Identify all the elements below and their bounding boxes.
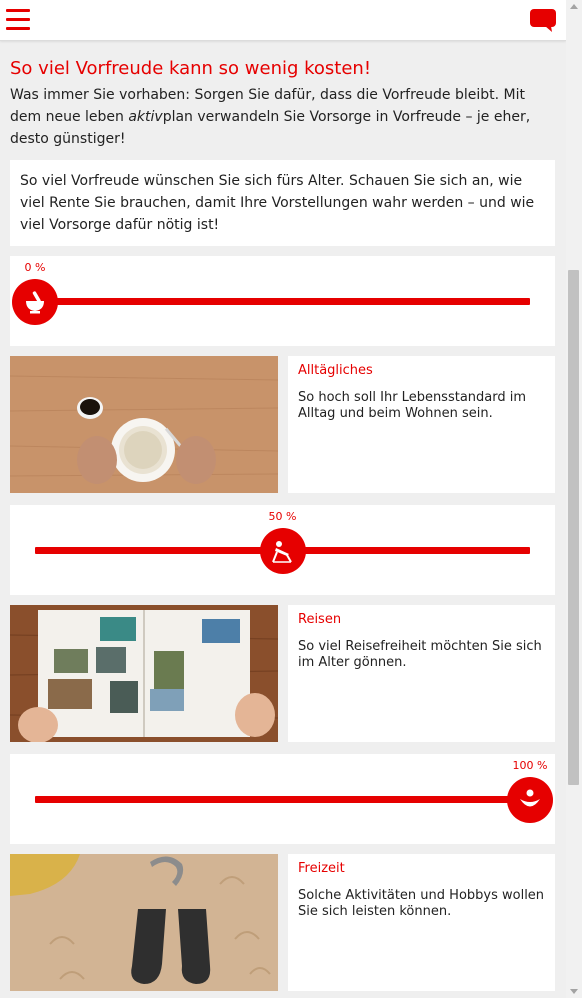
vertical-scrollbar[interactable] [566, 0, 582, 998]
slider-alltag: 0 % [10, 256, 555, 346]
slider-track[interactable] [35, 796, 530, 803]
intro-text: Was immer Sie vorhaben: Sorgen Sie dafür… [10, 84, 550, 150]
slider-track[interactable] [35, 298, 530, 305]
slider-freizeit: 100 % [10, 754, 555, 844]
riding-boots-horseshoe-photo [10, 854, 278, 991]
intro-emphasis: aktiv [128, 109, 163, 125]
slider-handle[interactable] [507, 777, 553, 823]
deck-chair-icon [271, 541, 292, 563]
section-description: So viel Reisefreiheit möchten Sie sich i… [298, 639, 542, 670]
page-headline: So viel Vorfreude kann so wenig kosten! [10, 58, 372, 79]
section-title: Alltägliches [298, 363, 373, 378]
scrollbar-thumb[interactable] [568, 270, 579, 785]
scroll-up-arrow-icon[interactable] [570, 4, 578, 9]
slider-value-label: 100 % [512, 759, 548, 772]
section-title: Freizeit [298, 861, 345, 876]
info-box: So viel Vorfreude wünschen Sie sich fürs… [10, 160, 555, 246]
slider-value-label: 0 % [24, 261, 46, 274]
top-bar [0, 0, 566, 41]
chat-bubble-icon[interactable] [530, 9, 556, 37]
slider-value-label: 50 % [268, 510, 297, 523]
section-description: So hoch soll Ihr Lebensstandard im Allta… [298, 390, 527, 421]
scroll-down-arrow-icon[interactable] [570, 989, 578, 994]
info-box-text: So viel Vorfreude wünschen Sie sich fürs… [20, 173, 535, 233]
section-description: Solche Aktivitäten und Hobbys wollen Sie… [298, 888, 545, 919]
slider-handle[interactable] [12, 279, 58, 325]
hamburger-menu-icon[interactable] [6, 9, 30, 31]
section-title: Reisen [298, 612, 342, 627]
slider-reisen: 50 % [10, 505, 555, 595]
happy-person-icon [520, 789, 540, 807]
slider-handle[interactable] [259, 528, 306, 574]
breakfast-table-photo [10, 356, 278, 493]
section-card-alltag: Alltägliches So hoch soll Ihr Lebensstan… [288, 356, 555, 493]
mortar-pestle-icon [26, 291, 44, 314]
section-card-reisen: Reisen So viel Reisefreiheit möchten Sie… [288, 605, 555, 742]
section-card-freizeit: Freizeit Solche Aktivitäten und Hobbys w… [288, 854, 555, 991]
photo-album-photo [10, 605, 278, 742]
